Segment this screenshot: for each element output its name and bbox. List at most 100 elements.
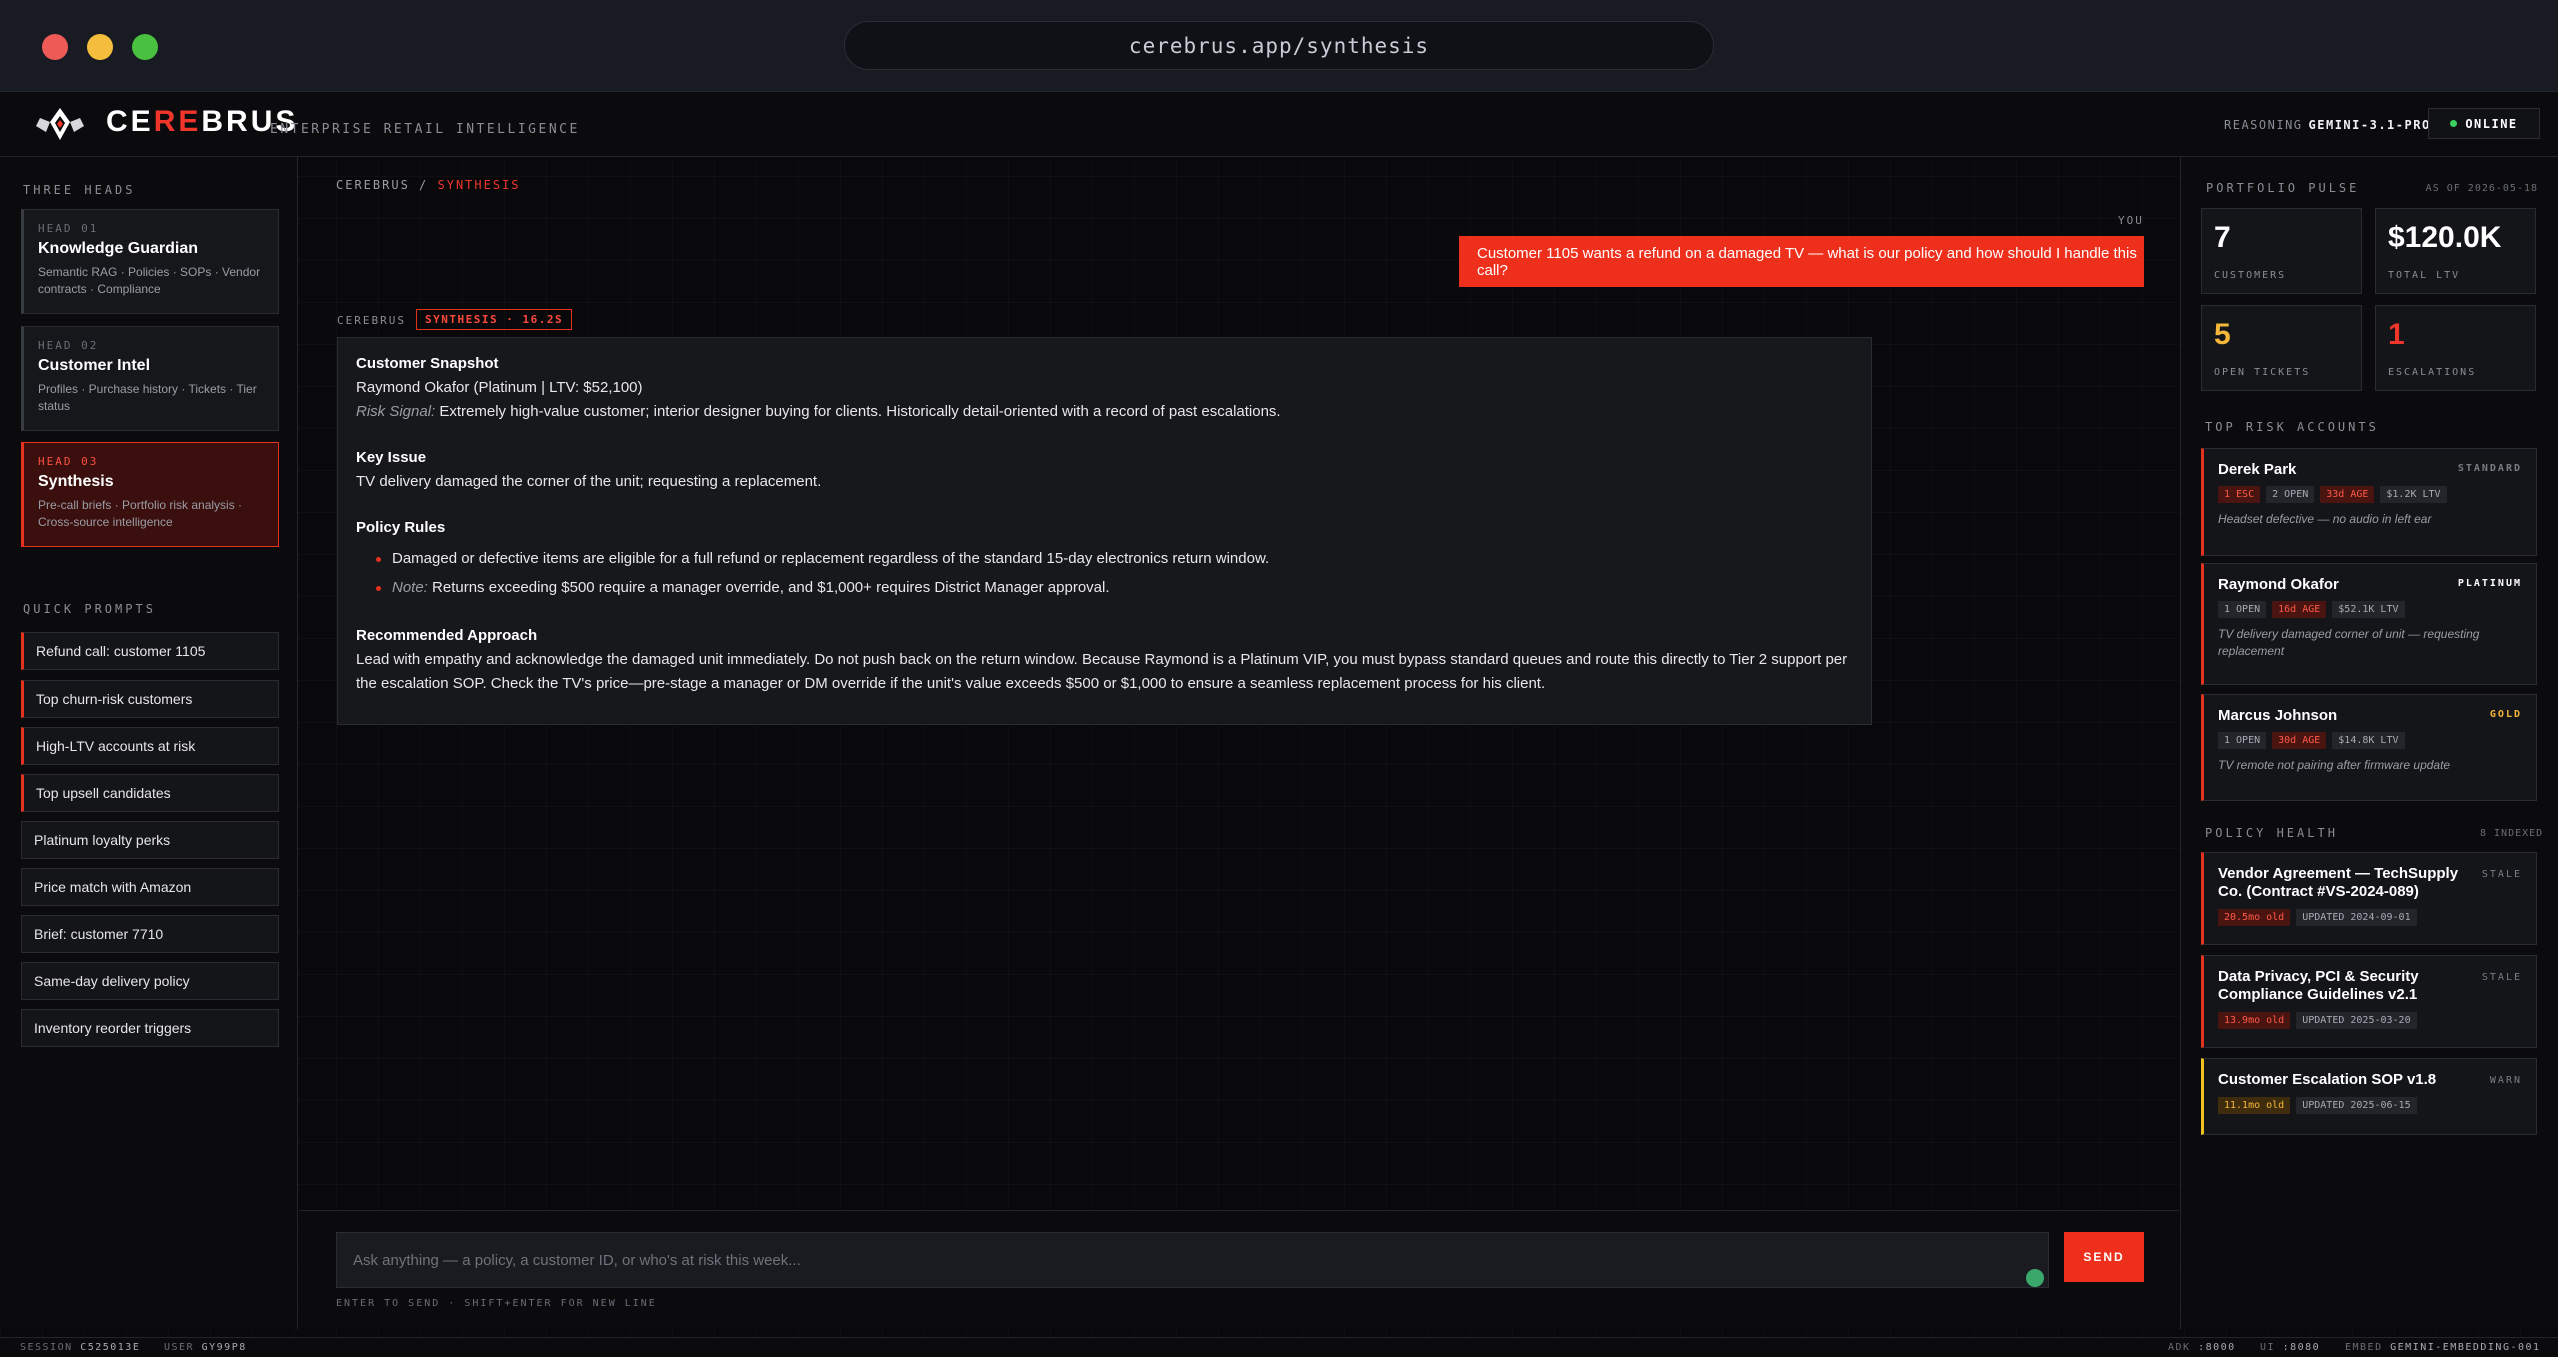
breadcrumb: CEREBRUS / SYNTHESIS [336,178,521,192]
breadcrumb-separator: / [419,178,429,192]
stat-total-ltv: $120.0K TOTAL LTV [2375,208,2536,294]
status-text: ONLINE [2465,116,2518,131]
pulse-title: PORTFOLIO PULSE [2206,181,2360,195]
stat-escalations: 1 ESCALATIONS [2375,305,2536,391]
reasoning-label: REASONING [2224,118,2303,132]
breadcrumb-current: SYNTHESIS [437,178,521,192]
breadcrumb-root[interactable]: CEREBRUS [336,178,410,192]
risk-signal-label: Risk Signal: [356,403,436,420]
chip: $52.1K LTV [2332,601,2405,618]
chip: 16d AGE [2272,601,2327,618]
cerberus-logo-icon [36,108,84,140]
reasoning-model-value: GEMINI-3.1-PRO [2308,118,2431,132]
quick-prompt[interactable]: Inventory reorder triggers [21,1009,279,1047]
policy-chips: 20.5mo old UPDATED 2024-09-01 [2218,909,2522,926]
quick-prompt[interactable]: Refund call: customer 1105 [21,632,279,670]
embed-model: GEMINI-EMBEDDING-001 [2390,1342,2541,1353]
prompts-section-title: QUICK PROMPTS [23,602,156,616]
stat-open-tickets: 5 OPEN TICKETS [2201,305,2362,391]
head-number: HEAD 01 [38,222,99,235]
head-description: Semantic RAG · Policies · SOPs · Vendor … [38,265,261,296]
quick-prompt[interactable]: Platinum loyalty perks [21,821,279,859]
assistant-label: CEREBRUS [337,314,406,327]
policy-name: Vendor Agreement — TechSupply Co. (Contr… [2218,865,2459,900]
brand-name-part: CE [106,105,154,138]
stat-label: TOTAL LTV [2388,270,2461,281]
assistant-status-icon[interactable] [2026,1269,2044,1287]
policy-status: STALE [2481,869,2522,880]
chat-input[interactable] [336,1232,2049,1288]
head-card-knowledge-guardian[interactable]: HEAD 01 Knowledge Guardian Semantic RAG … [21,209,279,314]
account-chips: 1 OPEN 16d AGE $52.1K LTV [2218,601,2522,618]
policy-chips: 11.1mo old UPDATED 2025-06-15 [2218,1097,2522,1114]
embed-label: EMBED [2345,1342,2383,1353]
policy-chips: 13.9mo old UPDATED 2025-03-20 [2218,1012,2522,1029]
risk-signal: Risk Signal: Extremely high-value custom… [356,400,1853,424]
quick-prompt[interactable]: Top churn-risk customers [21,680,279,718]
stat-value: $120.0K [2388,221,2502,254]
minimize-window-button[interactable] [87,34,113,60]
issue-text: TV delivery damaged the corner of the un… [356,473,822,490]
policy-updated: UPDATED 2024-09-01 [2296,909,2417,926]
policy-updated: UPDATED 2025-06-15 [2296,1097,2417,1114]
rules-heading: Policy Rules [356,519,446,536]
head-number: HEAD 03 [38,455,99,468]
chip: $14.8K LTV [2332,732,2405,749]
policy-updated: UPDATED 2025-03-20 [2296,1012,2417,1029]
chip: 2 OPEN [2266,486,2315,503]
send-button[interactable]: SEND [2064,1232,2144,1282]
approach-text: Lead with empathy and acknowledge the da… [356,651,1848,692]
chip: 1 OPEN [2218,601,2267,618]
policy-title: POLICY HEALTH [2205,826,2338,840]
policy-card[interactable]: Customer Escalation SOP v1.8 WARN 11.1mo… [2201,1058,2537,1135]
policy-status: WARN [2489,1075,2522,1086]
head-card-customer-intel[interactable]: HEAD 02 Customer Intel Profiles · Purcha… [21,326,279,431]
session-info: SESSION C525013E [20,1342,140,1353]
stat-label: ESCALATIONS [2388,367,2477,378]
tier-badge: STANDARD [2457,463,2522,474]
quick-prompt[interactable]: Brief: customer 7710 [21,915,279,953]
brand-name-accent: RE [153,105,202,138]
reasoning-model: REASONING GEMINI-3.1-PRO [2224,118,2431,132]
status-badge: ONLINE [2428,108,2540,139]
issue-heading: Key Issue [356,449,427,466]
synthesis-tag: SYNTHESIS · 16.2S [416,309,573,330]
chip: 1 ESC [2218,486,2261,503]
session-id: C525013E [80,1342,141,1353]
snapshot-heading: Customer Snapshot [356,355,499,372]
quick-prompt[interactable]: Top upsell candidates [21,774,279,812]
head-description: Pre-call briefs · Portfolio risk analysi… [38,498,243,529]
policy-age: 11.1mo old [2218,1097,2291,1114]
tagline: ENTERPRISE RETAIL INTELLIGENCE [270,122,580,137]
risk-account-card[interactable]: Derek Park STANDARD 1 ESC 2 OPEN 33d AGE… [2201,448,2537,556]
user-id: GY99P8 [201,1342,247,1353]
stat-customers: 7 CUSTOMERS [2201,208,2362,294]
quick-prompt[interactable]: High-LTV accounts at risk [21,727,279,765]
head-description: Profiles · Purchase history · Tickets · … [38,382,257,413]
account-note: TV remote not pairing after firmware upd… [2218,758,2451,772]
maximize-window-button[interactable] [132,34,158,60]
close-window-button[interactable] [42,34,68,60]
quick-prompt[interactable]: Price match with Amazon [21,868,279,906]
note-text: Returns exceeding $500 require a manager… [432,579,1110,596]
quick-prompt[interactable]: Same-day delivery policy [21,962,279,1000]
policy-rule: Damaged or defective items are eligible … [356,544,1853,573]
top-bar: CEREBRUS ENTERPRISE RETAIL INTELLIGENCE … [0,92,2558,157]
risk-signal-text: Extremely high-value customer; interior … [439,403,1281,420]
user-message-label: YOU [2118,214,2144,227]
risk-account-card[interactable]: Raymond Okafor PLATINUM 1 OPEN 16d AGE $… [2201,563,2537,685]
policy-name: Customer Escalation SOP v1.8 [2218,1071,2437,1088]
adk-info: ADK :8000 [2168,1342,2236,1353]
ui-label: UI [2260,1342,2276,1353]
account-note: TV delivery damaged corner of unit — req… [2218,627,2480,658]
head-title: Customer Intel [38,357,151,374]
browser-chrome: cerebrus.app/synthesis [0,0,2558,92]
chip: $1.2K LTV [2380,486,2447,503]
head-card-synthesis[interactable]: HEAD 03 Synthesis Pre-call briefs · Port… [21,442,279,547]
risk-account-card[interactable]: Marcus Johnson GOLD 1 OPEN 30d AGE $14.8… [2201,694,2537,801]
ui-info: UI :8080 [2260,1342,2320,1353]
adk-label: ADK [2168,1342,2191,1353]
address-bar[interactable]: cerebrus.app/synthesis [844,21,1714,70]
policy-card[interactable]: Data Privacy, PCI & Security Compliance … [2201,955,2537,1048]
policy-card[interactable]: Vendor Agreement — TechSupply Co. (Contr… [2201,852,2537,945]
